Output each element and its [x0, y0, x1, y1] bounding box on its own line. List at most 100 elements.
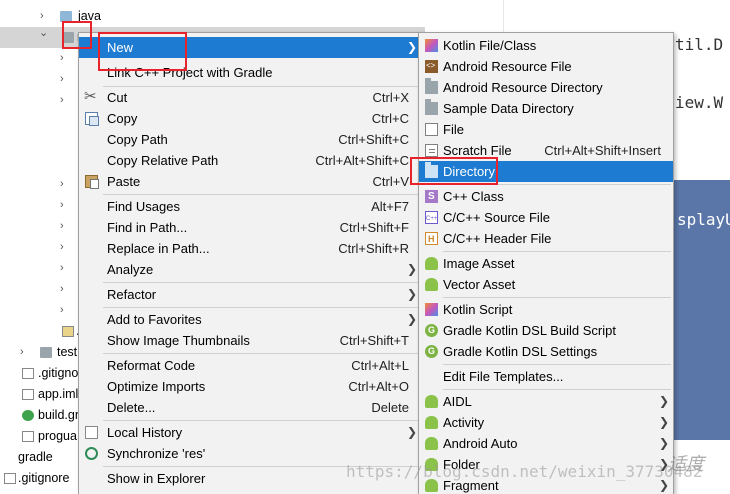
menu-separator — [443, 297, 671, 298]
menu-item-analyze[interactable]: Analyze ❯ — [79, 259, 421, 280]
chevron-right-icon[interactable]: › — [60, 69, 64, 90]
gradle-icon — [425, 324, 438, 337]
menu-item-sample-data-directory[interactable]: Sample Data Directory — [419, 98, 673, 119]
menu-item-label: C/C++ Source File — [443, 210, 550, 225]
menu-item-gradle-kotlin-dsl-settings[interactable]: Gradle Kotlin DSL Settings — [419, 341, 673, 362]
submenu-arrow-icon: ❯ — [406, 40, 417, 54]
menu-item-link-cpp-project[interactable]: Link C++ Project with Gradle — [79, 62, 421, 83]
android-icon — [425, 395, 438, 408]
menu-item-shortcut: Delete — [371, 400, 409, 415]
menu-item-local-history[interactable]: Local History ❯ — [79, 422, 421, 443]
menu-item-optimize-imports[interactable]: Optimize Imports Ctrl+Alt+O — [79, 376, 421, 397]
menu-item-label: File — [443, 122, 464, 137]
submenu-arrow-icon: ❯ — [658, 415, 669, 429]
gradle-icon — [425, 345, 438, 358]
manifest-icon — [62, 326, 74, 337]
menu-separator — [103, 282, 419, 283]
menu-item-label: Find in Path... — [107, 220, 188, 235]
chevron-right-icon[interactable]: › — [60, 237, 64, 258]
menu-separator — [443, 389, 671, 390]
submenu-arrow-icon: ❯ — [406, 312, 417, 326]
menu-item-cpp-class[interactable]: C++ Class — [419, 186, 673, 207]
menu-item-label: C++ Class — [443, 189, 504, 204]
chevron-right-icon[interactable]: › — [20, 342, 24, 363]
context-menu: New ❯ Link C++ Project with Gradle Cut C… — [78, 32, 422, 494]
menu-item-synchronize[interactable]: Synchronize 'res' — [79, 443, 421, 464]
tree-label: java — [78, 9, 101, 23]
menu-item-file[interactable]: File — [419, 119, 673, 140]
copy-icon — [85, 112, 99, 126]
menu-item-refactor[interactable]: Refactor ❯ — [79, 284, 421, 305]
folder-icon — [425, 78, 438, 94]
menu-item-paste[interactable]: Paste Ctrl+V — [79, 171, 421, 192]
menu-item-delete[interactable]: Delete... Delete — [79, 397, 421, 418]
menu-item-shortcut: Alt+F7 — [371, 199, 409, 214]
menu-item-label: Refactor — [107, 287, 157, 302]
gradle-icon — [22, 410, 34, 421]
chevron-right-icon[interactable]: › — [60, 279, 64, 300]
menu-item-copy[interactable]: Copy Ctrl+C — [79, 108, 421, 129]
menu-item-label: Copy Relative Path — [107, 153, 219, 168]
tree-label: .gitigno — [38, 366, 79, 380]
menu-separator — [103, 307, 419, 308]
folder-icon — [425, 99, 438, 115]
menu-item-shortcut: Ctrl+Shift+R — [338, 241, 409, 256]
menu-item-cpp-source-file[interactable]: C/C++ Source File — [419, 207, 673, 228]
menu-item-label: Gradle Kotlin DSL Settings — [443, 344, 598, 359]
menu-separator — [103, 353, 419, 354]
menu-item-cut[interactable]: Cut Ctrl+X — [79, 86, 421, 108]
chevron-right-icon[interactable]: › — [60, 300, 64, 321]
menu-item-reformat-code[interactable]: Reformat Code Ctrl+Alt+L — [79, 355, 421, 376]
menu-item-label: Paste — [107, 174, 141, 189]
menu-item-scratch-file[interactable]: Scratch File Ctrl+Alt+Shift+Insert — [419, 140, 673, 161]
menu-item-aidl[interactable]: AIDL ❯ — [419, 391, 673, 412]
submenu-arrow-icon: ❯ — [658, 394, 669, 408]
menu-item-add-to-favorites[interactable]: Add to Favorites ❯ — [79, 309, 421, 330]
chevron-right-icon[interactable]: › — [60, 195, 64, 216]
menu-item-show-image-thumbnails[interactable]: Show Image Thumbnails Ctrl+Shift+T — [79, 330, 421, 351]
menu-item-vector-asset[interactable]: Vector Asset — [419, 274, 673, 295]
menu-item-label: Vector Asset — [443, 277, 516, 292]
menu-item-cpp-header-file[interactable]: C/C++ Header File — [419, 228, 673, 249]
menu-item-android-auto[interactable]: Android Auto ❯ — [419, 433, 673, 454]
menu-item-shortcut: Ctrl+Alt+Shift+Insert — [544, 143, 661, 158]
menu-item-label: Kotlin File/Class — [443, 38, 537, 53]
chevron-down-icon[interactable]: ⌄ — [39, 23, 48, 44]
menu-item-label: Synchronize 'res' — [107, 446, 206, 461]
menu-separator — [443, 184, 671, 185]
file-icon — [4, 473, 16, 484]
menu-item-find-in-path[interactable]: Find in Path... Ctrl+Shift+F — [79, 217, 421, 238]
menu-item-kotlin-script[interactable]: Kotlin Script — [419, 299, 673, 320]
tree-label: .gitignore — [18, 471, 70, 485]
chevron-right-icon[interactable]: › — [60, 90, 64, 111]
menu-item-directory[interactable]: Directory — [419, 161, 673, 182]
menu-item-label: AIDL — [443, 394, 472, 409]
menu-item-new[interactable]: New ❯ — [79, 37, 421, 58]
menu-item-label: Show in Explorer — [107, 471, 206, 486]
menu-item-edit-file-templates[interactable]: Edit File Templates... — [419, 366, 673, 387]
menu-separator — [443, 364, 671, 365]
menu-item-gradle-kotlin-dsl-build-script[interactable]: Gradle Kotlin DSL Build Script — [419, 320, 673, 341]
menu-item-android-resource-file[interactable]: Android Resource File — [419, 56, 673, 77]
android-icon — [425, 257, 438, 270]
menu-item-activity[interactable]: Activity ❯ — [419, 412, 673, 433]
cpp-header-icon — [425, 232, 438, 245]
menu-item-android-resource-directory[interactable]: Android Resource Directory — [419, 77, 673, 98]
menu-item-copy-path[interactable]: Copy Path Ctrl+Shift+C — [79, 129, 421, 150]
menu-item-kotlin-file-class[interactable]: Kotlin File/Class — [419, 35, 673, 56]
chevron-right-icon[interactable]: › — [60, 258, 64, 279]
menu-item-shortcut: Ctrl+Shift+C — [338, 132, 409, 147]
chevron-right-icon[interactable]: › — [60, 174, 64, 195]
menu-item-replace-in-path[interactable]: Replace in Path... Ctrl+Shift+R — [79, 238, 421, 259]
menu-item-find-usages[interactable]: Find Usages Alt+F7 — [79, 196, 421, 217]
menu-item-label: Android Auto — [443, 436, 518, 451]
chevron-right-icon[interactable]: › — [60, 216, 64, 237]
file-icon — [22, 389, 34, 400]
menu-item-shortcut: Ctrl+C — [371, 111, 409, 126]
tree-label: test — [57, 345, 78, 359]
menu-item-label: Android Resource File — [443, 59, 572, 74]
menu-item-copy-relative-path[interactable]: Copy Relative Path Ctrl+Alt+Shift+C — [79, 150, 421, 171]
code-line: til.D — [675, 35, 724, 54]
chevron-right-icon[interactable]: › — [60, 48, 64, 69]
menu-item-image-asset[interactable]: Image Asset — [419, 253, 673, 274]
